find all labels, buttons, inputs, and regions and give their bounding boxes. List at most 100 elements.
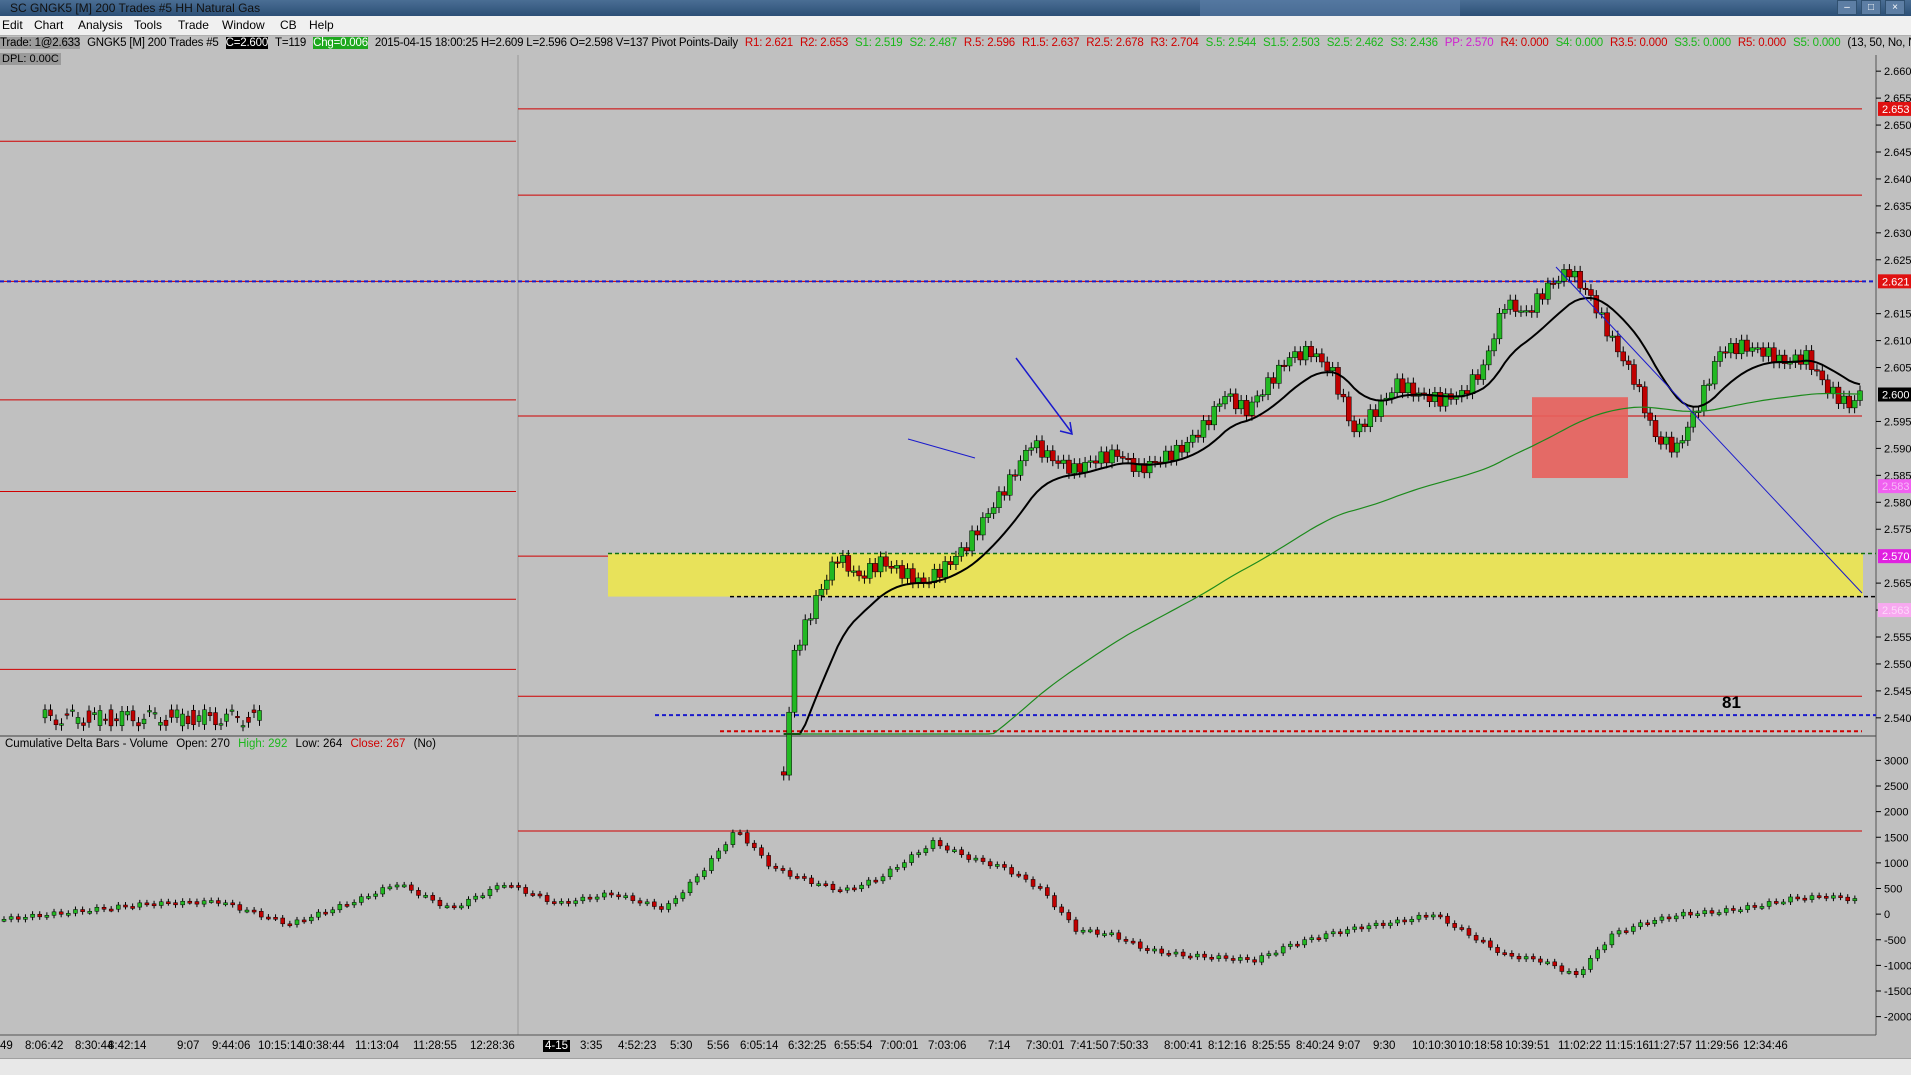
candle <box>1824 379 1831 394</box>
delta-tick-label: 1000 <box>1884 858 1908 870</box>
delta-bar <box>1523 956 1529 960</box>
candle <box>1098 451 1104 464</box>
time-tick-label: 12:34:46 <box>1743 1040 1788 1052</box>
time-axis: 49 8:06:42 8:30:44 8:42:14 9:07 9:44:06 10:15:… <box>0 1038 1911 1060</box>
delta-bar <box>1002 864 1007 868</box>
horizontal-scrollbar[interactable] <box>0 1058 1911 1075</box>
price-tick-label: 2.575 <box>1884 524 1911 536</box>
delta-bar <box>1502 952 1507 955</box>
candle <box>942 561 948 578</box>
delta-bar <box>952 849 957 852</box>
short-trendline <box>907 438 976 459</box>
candle <box>1039 440 1045 458</box>
candle <box>1168 450 1174 461</box>
candle <box>1668 436 1675 453</box>
candle <box>877 556 884 573</box>
candle <box>114 718 119 722</box>
candle <box>1857 390 1863 401</box>
delta-axis: 3000 2500 2000 1500 1000 500 0 -500 -1000 -1500 -2… <box>1876 755 1911 1024</box>
candle <box>1475 374 1481 380</box>
delta-bar <box>309 916 314 922</box>
candle <box>824 579 830 590</box>
delta-bar <box>880 876 886 882</box>
delta-bar <box>44 915 50 918</box>
candle <box>158 722 163 726</box>
price-tick-label: 2.605 <box>1884 363 1911 375</box>
candle <box>1372 409 1379 417</box>
candle <box>1480 364 1487 380</box>
delta-bar <box>1809 895 1815 900</box>
time-tick-label: 7:50:33 <box>1110 1040 1149 1052</box>
delta-bar <box>480 895 486 898</box>
delta-bar <box>237 904 243 911</box>
price-tick-label: 2.615 <box>1884 309 1911 321</box>
delta-bar <box>694 876 700 883</box>
delta-tick-label: 2500 <box>1884 781 1908 793</box>
delta-bar <box>430 895 436 901</box>
candle <box>1658 436 1664 445</box>
delta-bar <box>187 900 193 904</box>
delta-bar <box>158 901 164 906</box>
delta-bar <box>294 919 300 925</box>
time-tick-label: 9:30 <box>1373 1040 1396 1052</box>
delta-bar <box>866 879 871 886</box>
delta-bar <box>794 876 800 879</box>
price-tick-label: 2.590 <box>1884 443 1911 455</box>
delta-bar <box>1466 928 1472 936</box>
chart-canvas[interactable]: 2.6602.6552.6502.6452.6402.6352.6302.625… <box>0 0 1911 1074</box>
delta-bar <box>1230 958 1236 961</box>
candle <box>1485 350 1492 366</box>
candle <box>1060 459 1067 464</box>
candle <box>64 713 70 716</box>
delta-bar <box>1359 926 1365 930</box>
candle <box>1819 370 1826 381</box>
price-tick-label: 2.565 <box>1884 578 1911 590</box>
delta-bar <box>1459 927 1465 930</box>
delta-bar <box>1495 947 1500 953</box>
delta-bar <box>1802 897 1808 901</box>
delta-bar <box>566 901 571 904</box>
candle <box>1302 346 1309 361</box>
delta-bar <box>1595 949 1600 959</box>
delta-bar <box>787 870 793 877</box>
delta-bar <box>1188 955 1193 959</box>
candle <box>1340 393 1347 398</box>
candle <box>963 547 970 552</box>
support-zone <box>608 553 1863 597</box>
delta-bar <box>987 861 993 867</box>
time-tick-label: 7:41:50 <box>1070 1040 1109 1052</box>
candle <box>1755 347 1761 350</box>
delta-bar <box>580 896 586 902</box>
delta-bar <box>1588 958 1593 970</box>
delta-bar <box>1030 879 1036 887</box>
delta-bar <box>1273 952 1279 956</box>
delta-bar <box>1059 906 1064 913</box>
delta-bar <box>1402 919 1407 923</box>
delta-tick-label: 0 <box>1884 909 1890 921</box>
candle <box>867 563 873 579</box>
price-tick-label: 2.635 <box>1884 201 1911 213</box>
candle <box>1259 394 1266 397</box>
candle <box>893 565 900 569</box>
delta-bar <box>273 917 278 920</box>
delta-bar <box>966 854 971 860</box>
delta-bar <box>1209 956 1214 960</box>
delta-bar <box>895 867 900 870</box>
time-tick-label: 8:00:41 <box>1164 1040 1203 1052</box>
delta-bar <box>1338 931 1343 935</box>
candle <box>1270 377 1277 384</box>
candle <box>1518 310 1524 313</box>
delta-bar <box>1516 955 1522 960</box>
candle <box>1744 339 1750 352</box>
delta-bar <box>1238 957 1243 961</box>
time-tick-label: 8:42:14 <box>108 1040 147 1052</box>
delta-bar <box>1773 901 1779 904</box>
delta-bar <box>16 916 21 920</box>
delta-bar <box>1831 895 1836 899</box>
candle <box>1152 461 1158 464</box>
delta-bar <box>1573 971 1579 975</box>
candle <box>1502 309 1508 314</box>
delta-bar <box>487 888 493 896</box>
delta-bar <box>652 901 657 907</box>
delta-bar <box>287 923 293 927</box>
